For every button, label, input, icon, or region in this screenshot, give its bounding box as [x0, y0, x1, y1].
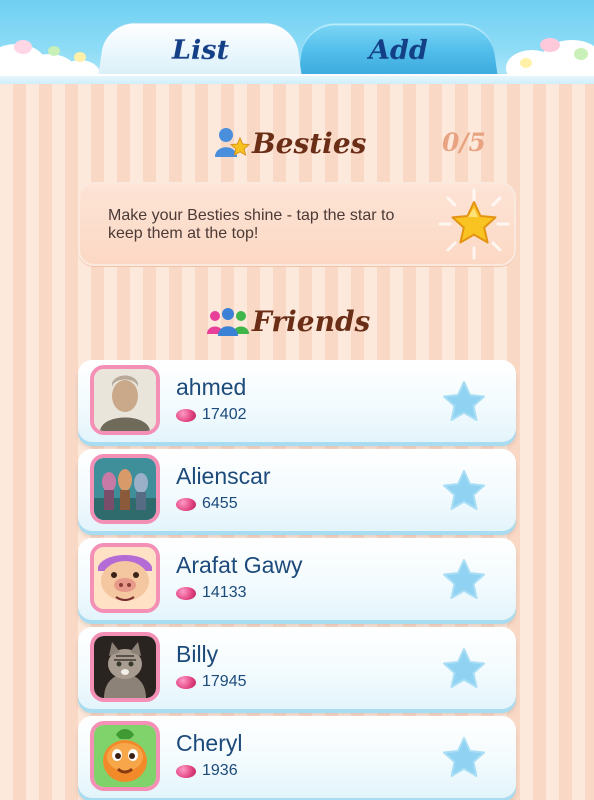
candy-decoration: [540, 38, 560, 52]
friend-score: 6455: [176, 495, 238, 513]
candy-decoration: [574, 48, 588, 60]
friend-row[interactable]: Billy 17945: [78, 627, 516, 709]
candy-icon: [176, 497, 196, 511]
candy-decoration: [74, 52, 86, 62]
besties-count: 0/5: [442, 128, 486, 157]
besties-heading: Besties: [214, 126, 366, 160]
friends-heading: Friends: [206, 304, 370, 338]
friend-name: ahmed: [176, 374, 247, 400]
friend-score: 1936: [176, 762, 238, 780]
friend-row[interactable]: Cheryl 1936: [78, 716, 516, 798]
friend-row[interactable]: ahmed 17402: [78, 360, 516, 442]
candy-icon: [176, 408, 196, 422]
friend-score-value: 14133: [202, 584, 247, 601]
avatar: [90, 721, 160, 791]
tab-list-label: List: [171, 34, 229, 66]
friend-score-value: 17402: [202, 406, 247, 423]
friend-score-value: 6455: [202, 495, 238, 512]
tab-add-label: Add: [368, 34, 428, 66]
besties-info-box: Make your Besties shine - tap the star t…: [78, 182, 516, 266]
friend-name: Cheryl: [176, 730, 243, 756]
friend-name: Arafat Gawy: [176, 552, 303, 578]
tab-list[interactable]: List: [97, 23, 303, 79]
friend-row[interactable]: Arafat Gawy 14133: [78, 538, 516, 620]
candy-icon: [176, 675, 196, 689]
friend-score: 17402: [176, 406, 247, 424]
friends-icon: [207, 308, 249, 336]
avatar: [90, 543, 160, 613]
tab-add[interactable]: Add: [297, 23, 499, 79]
candy-icon: [176, 586, 196, 600]
top-bar: Add List: [0, 0, 594, 84]
candy-icon: [176, 764, 196, 778]
top-bar-rim: [0, 74, 594, 84]
candy-decoration: [48, 46, 60, 56]
friends-title: Friends: [252, 304, 371, 338]
star-icon[interactable]: [442, 647, 486, 689]
candy-decoration: [520, 58, 532, 68]
friend-score-value: 1936: [202, 762, 238, 779]
friend-score: 17945: [176, 673, 247, 691]
star-icon[interactable]: [442, 469, 486, 511]
besties-info-text: Make your Besties shine - tap the star t…: [108, 207, 395, 242]
star-icon[interactable]: [442, 558, 486, 600]
besties-title: Besties: [252, 126, 367, 160]
star-icon[interactable]: [442, 736, 486, 778]
friend-row[interactable]: Alienscar 6455: [78, 449, 516, 531]
avatar: [90, 365, 160, 435]
friend-name: Alienscar: [176, 463, 271, 489]
friend-name: Billy: [176, 641, 219, 667]
avatar: [90, 632, 160, 702]
friend-score-value: 17945: [202, 673, 247, 690]
avatar: [90, 454, 160, 524]
friend-score: 14133: [176, 584, 247, 602]
candy-decoration: [14, 40, 32, 54]
gold-star-icon: [434, 186, 514, 262]
bestie-icon: [215, 128, 250, 157]
star-icon[interactable]: [442, 380, 486, 422]
